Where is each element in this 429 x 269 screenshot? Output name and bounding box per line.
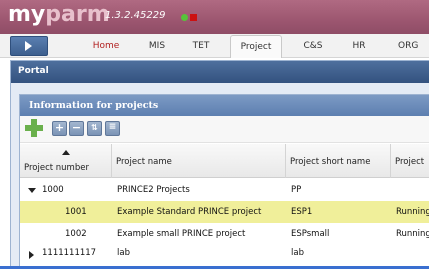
column-project-name[interactable]: Project name xyxy=(112,144,286,178)
cell-project-number: 1002 xyxy=(65,229,87,239)
portal-title: Portal xyxy=(18,66,49,76)
add-icon[interactable] xyxy=(24,118,44,138)
cell-project-name: lab xyxy=(117,248,130,258)
cell-project-name: Example Standard PRINCE project xyxy=(117,207,262,217)
app-header: myparm 1.3.2.45229 xyxy=(0,0,429,34)
projects-toolbar: + − ⇅ ≡ xyxy=(20,116,429,143)
column-project-number[interactable]: Project number xyxy=(20,144,112,178)
column-project-status-label: Project xyxy=(395,157,425,167)
tab-org[interactable]: ORG xyxy=(392,35,429,58)
portal-title-bar: Portal xyxy=(11,61,429,83)
cell-project-number: 1000 xyxy=(42,185,64,195)
table-row[interactable]: 1111111117 lab lab xyxy=(20,245,429,267)
tab-cs[interactable]: C&S xyxy=(296,35,330,58)
myparm-logo[interactable]: myparm xyxy=(8,2,110,27)
logo-my: my xyxy=(8,2,46,27)
tab-mis[interactable]: MIS xyxy=(140,35,174,58)
nav-toggle-button[interactable] xyxy=(10,36,48,56)
column-project-name-label: Project name xyxy=(116,157,172,167)
cell-project-short-name: lab xyxy=(291,248,304,258)
status-red-icon xyxy=(190,14,197,21)
cell-project-short-name: PP xyxy=(291,185,302,195)
table-row-selected[interactable]: 1001 Example Standard PRINCE project ESP… xyxy=(20,201,429,223)
expand-row-icon[interactable] xyxy=(29,251,34,259)
cell-project-status: Running xyxy=(396,229,429,239)
collapse-all-icon[interactable]: − xyxy=(69,121,84,136)
table-row[interactable]: 1002 Example small PRINCE project ESPsma… xyxy=(20,223,429,245)
cell-project-short-name: ESP1 xyxy=(291,207,313,217)
column-project-short-name[interactable]: Project short name xyxy=(286,144,391,178)
cell-project-number: 1001 xyxy=(65,207,87,217)
tab-hr[interactable]: HR xyxy=(346,35,372,58)
main-nav: Home MIS TET Project C&S HR ORG xyxy=(0,34,429,58)
tab-tet[interactable]: TET xyxy=(186,35,216,58)
cell-project-number: 1111111117 xyxy=(42,248,97,258)
projects-panel-header: Information for projects xyxy=(20,95,429,116)
collapse-row-icon[interactable] xyxy=(28,188,36,193)
status-green-icon xyxy=(181,14,188,21)
column-project-number-label: Project number xyxy=(24,163,89,173)
column-project-short-name-label: Project short name xyxy=(290,157,371,167)
table-header: Project number Project name Project shor… xyxy=(20,144,429,178)
table-row[interactable]: 1000 PRINCE2 Projects PP xyxy=(20,179,429,201)
sort-ascending-icon xyxy=(62,150,70,155)
cell-project-name: Example small PRINCE project xyxy=(117,229,246,239)
play-arrow-icon xyxy=(25,41,32,51)
expand-all-icon[interactable]: + xyxy=(52,121,67,136)
projects-panel-title: Information for projects xyxy=(29,100,159,111)
tab-project[interactable]: Project xyxy=(230,35,282,58)
version-label: 1.3.2.45229 xyxy=(105,10,166,21)
portal-frame: Portal Information for projects + − ⇅ ≡ … xyxy=(10,60,429,269)
cell-project-short-name: ESPsmall xyxy=(291,229,330,239)
cell-project-status: Running xyxy=(396,207,429,217)
move-icon[interactable]: ⇅ xyxy=(87,121,102,136)
app-window: myparm 1.3.2.45229 Home MIS TET Project … xyxy=(0,0,429,269)
logo-parm: parm xyxy=(45,2,110,27)
indent-icon[interactable]: ≡ xyxy=(105,121,120,136)
projects-panel: Information for projects + − ⇅ ≡ Project… xyxy=(19,94,429,269)
cell-project-name: PRINCE2 Projects xyxy=(117,185,190,195)
column-project-status[interactable]: Project xyxy=(391,144,429,178)
tab-home[interactable]: Home xyxy=(86,35,126,58)
